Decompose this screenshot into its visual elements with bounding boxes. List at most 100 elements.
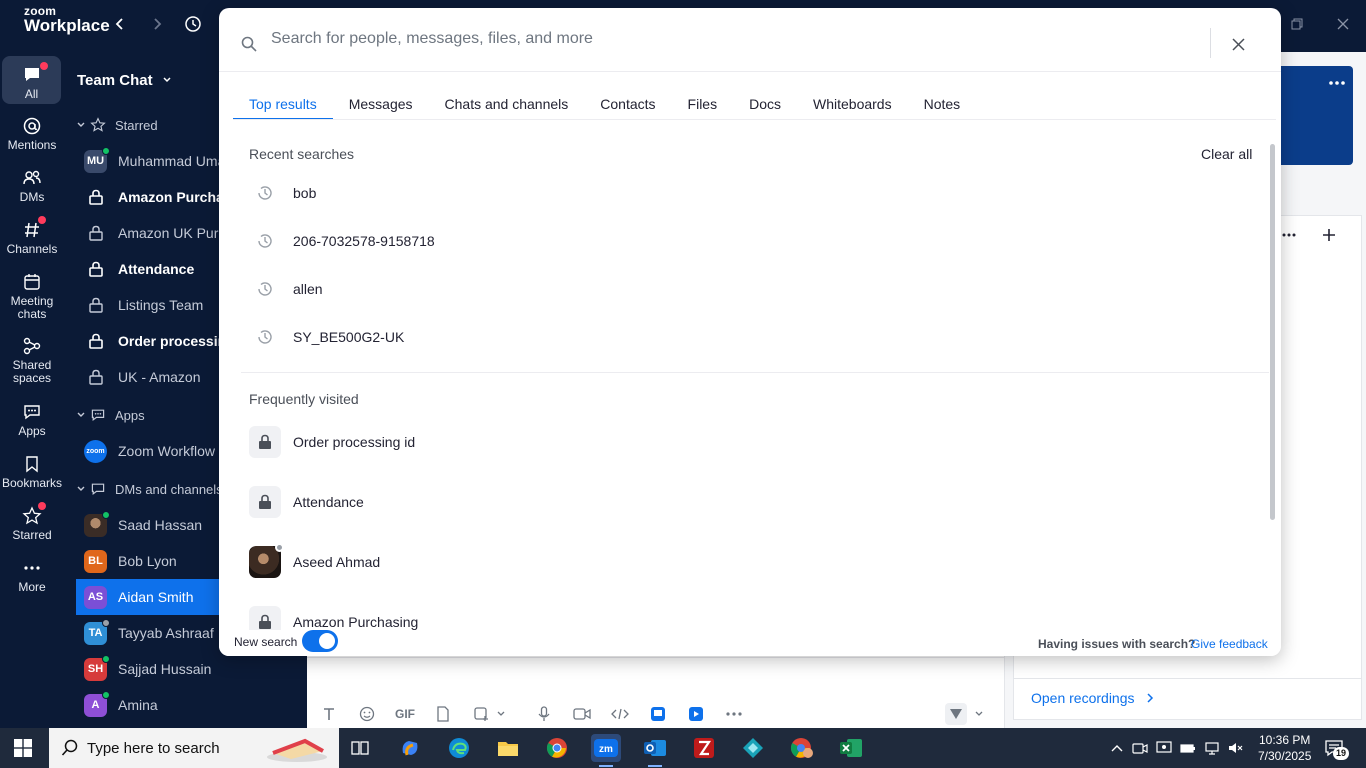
tab-chats-and-channels[interactable]: Chats and channels [429,94,585,120]
frequent-item[interactable]: Order processing id [249,426,415,458]
emoji-icon[interactable] [356,703,378,725]
rail-item-more[interactable]: More [0,556,64,606]
video-icon[interactable] [571,703,593,725]
give-feedback-link[interactable]: Give feedback [1191,637,1268,651]
clips-icon[interactable] [685,703,707,725]
avatar: MU [84,146,110,173]
svg-text:zm: zm [599,744,613,755]
bookmark-icon [26,456,38,473]
star-icon [90,117,106,132]
avatar: TA [84,618,110,645]
sidebar-item-amina[interactable]: A Amina [76,687,307,723]
history-icon [258,330,272,344]
section-starred[interactable]: Starred [76,115,158,135]
chevron-down-icon [163,77,171,83]
gif-button[interactable]: GIF [394,703,416,725]
more-icon[interactable] [723,703,745,725]
rail-item-channels[interactable]: Channels [0,216,64,268]
recent-search-item[interactable]: bob [249,181,316,205]
history-icon [258,282,272,296]
left-rail: All Mentions DMs Channels Meeting chats … [0,52,64,728]
rail-item-all[interactable]: All [2,56,61,104]
chevron-down-icon[interactable] [494,703,508,725]
copilot-icon[interactable] [395,734,425,762]
tab-top-results[interactable]: Top results [233,94,333,120]
forward-icon[interactable] [145,12,169,36]
section-apps[interactable]: Apps [76,405,145,425]
app-blue-icon[interactable] [647,703,669,725]
file-icon[interactable] [432,703,454,725]
scrollbar[interactable] [1270,144,1275,520]
code-icon[interactable] [609,703,631,725]
volume-muted-icon[interactable] [1227,739,1245,757]
rail-item-dms[interactable]: DMs [0,166,64,216]
tab-docs[interactable]: Docs [733,94,797,120]
app-diamond-icon[interactable] [738,734,768,762]
outlook-icon[interactable] [640,734,670,767]
add-icon[interactable] [1322,228,1336,242]
clear-all-button[interactable]: Clear all [1201,146,1252,162]
open-recordings-link[interactable]: Open recordings [1031,690,1154,706]
rail-item-starred[interactable]: Starred [0,502,64,554]
chevron-down-icon[interactable] [972,703,986,725]
file-explorer-icon[interactable] [493,734,523,762]
frequent-item[interactable]: Attendance [249,486,364,518]
back-icon[interactable] [108,12,132,36]
rail-item-bookmarks[interactable]: Bookmarks [0,452,64,502]
edge-icon[interactable] [444,734,474,762]
battery-icon[interactable] [1179,739,1197,757]
windows-start-icon[interactable] [14,739,32,757]
system-clock[interactable]: 10:36 PM 7/30/2025 [1258,732,1311,764]
sidebar-item-sajjad-hussain[interactable]: SH Sajjad Hussain [76,651,307,687]
chrome-profile-icon[interactable] [787,734,817,762]
chevron-up-icon[interactable] [1108,739,1126,757]
search-icon [61,739,78,756]
lock-icon [84,332,107,350]
recent-search-item[interactable]: SY_BE500G2-UK [249,325,404,349]
rail-item-apps[interactable]: Apps [0,400,64,450]
recent-search-item[interactable]: 206-7032578-9158718 [249,229,435,253]
rail-item-meeting-chats[interactable]: Meeting chats [0,270,64,326]
meet-now-icon[interactable] [1131,739,1149,757]
divider [1210,28,1211,58]
more-icon[interactable] [1329,80,1345,86]
excel-icon[interactable] [836,734,866,762]
close-icon[interactable] [1232,38,1245,51]
notification-badge: 19 [1333,747,1349,760]
section-dms-and-channels[interactable]: DMs and channels [76,479,223,499]
search-tabs: Top results Messages Chats and channels … [233,94,976,120]
avatar: SH [84,654,110,681]
microphone-icon[interactable] [533,703,555,725]
apps-icon [91,409,105,421]
rail-item-mentions[interactable]: Mentions [0,114,64,164]
tab-messages[interactable]: Messages [333,94,429,120]
zoom-logo-icon: zoom [84,439,107,463]
chrome-icon[interactable] [542,734,572,762]
frequent-item[interactable]: Aseed Ahmad [249,543,380,578]
task-view-icon[interactable] [345,734,375,762]
more-icon[interactable] [1282,233,1296,237]
screenshot-icon[interactable] [470,703,492,725]
tab-contacts[interactable]: Contacts [584,94,671,120]
tab-whiteboards[interactable]: Whiteboards [797,94,908,120]
tab-files[interactable]: Files [672,94,734,120]
send-icon[interactable] [945,703,967,725]
divider [233,119,1276,120]
restore-icon[interactable] [1277,10,1317,38]
tab-notes[interactable]: Notes [908,94,977,120]
network-icon[interactable] [1203,739,1221,757]
text-format-icon[interactable] [318,703,340,725]
close-window-icon[interactable] [1323,10,1363,38]
recent-search-item[interactable]: allen [249,277,323,301]
rail-item-shared-spaces[interactable]: Shared spaces [0,334,64,390]
new-search-toggle[interactable] [302,630,338,652]
lock-icon [84,260,107,278]
search-input[interactable] [271,30,1171,48]
zoom-taskbar-icon[interactable]: zm [591,734,621,767]
history-icon[interactable] [181,12,205,36]
divider [241,372,1269,373]
display-icon[interactable] [1155,739,1173,757]
filezilla-icon[interactable] [689,734,719,762]
sidebar-title[interactable]: Team Chat [77,72,172,89]
taskbar-search[interactable]: Type here to search [49,728,339,768]
